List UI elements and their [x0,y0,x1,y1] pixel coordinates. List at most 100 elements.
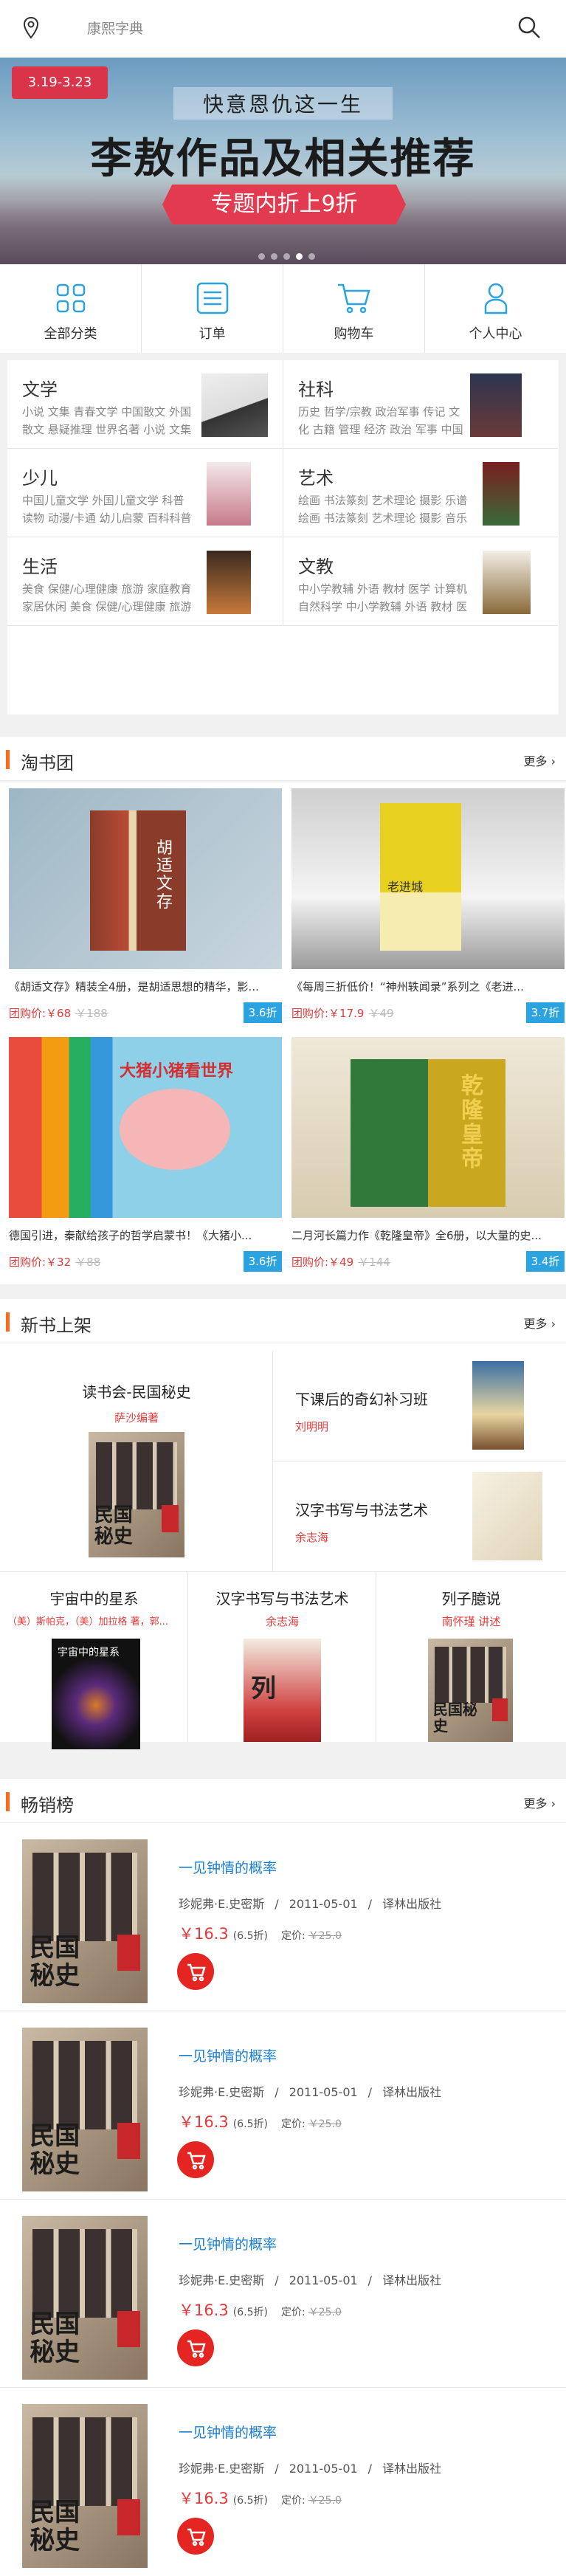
book-cover: 民国秘史 [22,1839,148,2003]
book-title[interactable]: 一见钟情的概率 [179,2422,277,2442]
book-cover: 列 [244,1639,321,1742]
cover-title: 老进城 [387,880,424,894]
nav-label: 全部分类 [44,326,97,342]
group-buy-item[interactable]: 乾隆皇帝 二月河长篇力作《乾隆皇帝》全6册，以大量的史... 团购价:￥49 ￥1… [291,1037,565,1281]
list-price-label: 定价: [280,1930,306,1942]
add-to-cart-button[interactable] [177,2329,214,2366]
category-tags: 中国儿童文学 外国儿童文学 科普读物 动漫/卡通 幼儿启蒙 百科科普 百科 历史… [22,494,192,530]
product-image: 大猪小猪看世界 [9,1037,282,1218]
book-meta: 珍妮弗·E.史密斯 / 2011-05-01 / 译林出版社 [179,2270,452,2288]
separator: / [275,2085,279,2099]
price-value: 团购价:￥32 [9,1256,72,1269]
book-price: ￥16.3 (6.5折) 定价: ￥25.0 [179,2298,342,2321]
book-title[interactable]: 一见钟情的概率 [179,1857,277,1877]
new-book-item[interactable]: 汉字书写与书法艺术 余志海 [273,1461,566,1572]
category-life[interactable]: 生活 美食 保健/心理健康 旅游 家庭教育 家居休闲 美食 保健/心理健康 旅游… [7,537,283,626]
cover-title: 民国秘史 [30,1933,80,1991]
section-title: 畅销榜 [21,1795,74,1816]
group-buy-item[interactable]: 胡适文存 《胡适文存》精装全4册，是胡适思想的精华，影... 团购价:￥68 ￥1… [9,788,282,1032]
category-education[interactable]: 文教 中小学教辅 外语 教材 医学 计算机 自然科学 中小学教辅 外语 教材 医… [283,537,558,626]
nav-label: 个人中心 [469,326,522,342]
carousel-dot-active[interactable] [296,253,303,260]
book-title[interactable]: 一见钟情的概率 [179,2045,277,2065]
bestseller-item[interactable]: 民国秘史 一见钟情的概率 珍妮弗·E.史密斯/2011-05-01/译林出版社 … [0,2200,566,2388]
publish-date: 2011-05-01 [289,2273,358,2287]
list-price: ￥25.0 [308,2307,342,2318]
cart-icon [187,2528,206,2546]
separator: / [275,1897,279,1911]
discount-badge: 3.7折 [526,1002,565,1023]
more-link[interactable]: 更多 › [523,1794,556,1811]
new-book-item[interactable]: 列子臆说 南怀瑾 讲述 民国秘史 [376,1572,566,1742]
category-literature[interactable]: 文学 小说 文集 青春文学 中国散文 外国散文 悬疑推理 世界名著 小说 文集 … [7,360,283,449]
add-to-cart-button[interactable] [177,1953,214,1990]
book-title: 列子臆说 [441,1590,501,1608]
carousel-dots[interactable] [258,253,315,260]
price-value: ￥16.3 [179,2301,229,2319]
new-book-item[interactable]: 宇宙中的星系 （美）斯帕克，（美）加拉格 著，郭... 宇宙中的星系 [0,1572,188,1749]
group-buy-item[interactable]: 大猪小猪看世界 德国引进，秦献给孩子的哲学启蒙书！《大猪小... 团购价:￥32… [9,1037,282,1281]
category-title: 文学 [22,379,58,400]
original-price: ￥144 [358,1256,390,1269]
group-buy-item[interactable]: 老进城 《每周三折低价！“神州轶闻录”系列之《老进... 团购价:￥17.9 ￥4… [291,788,565,1032]
book-title[interactable]: 一见钟情的概率 [179,2234,277,2253]
cover-title: 民国秘史 [432,1700,477,1735]
carousel-dot[interactable] [308,253,315,260]
price-value: 团购价:￥17.9 [291,1007,365,1020]
add-to-cart-button[interactable] [177,2141,214,2178]
discount-rate: (6.5折) [232,2118,268,2130]
book-title: 宇宙中的星系 [49,1590,139,1608]
cover-title: 乾隆皇帝 [461,1073,483,1172]
price-value: ￥16.3 [179,2490,229,2507]
product-image: 胡适文存 [9,788,282,969]
list-price-label: 定价: [280,2307,306,2318]
category-thumbnail [483,551,531,614]
original-price: ￥188 [75,1007,108,1020]
add-to-cart-button[interactable] [177,2518,214,2555]
publish-date: 2011-05-01 [289,1897,358,1911]
location-pin-icon[interactable] [22,16,40,40]
category-thumbnail [201,373,268,437]
section-accent-bar [6,1312,10,1332]
category-social-science[interactable]: 社科 历史 哲学/宗教 政治军事 传记 文化 古籍 管理 经济 政治 军事 中国… [283,360,558,449]
carousel-dot[interactable] [271,253,277,260]
banner-subtitle-text: 快意恩仇这一生 [173,87,393,120]
user-icon [484,283,507,314]
more-link[interactable]: 更多 › [523,1314,556,1332]
book-meta: 珍妮弗·E.史密斯 / 2011-05-01 / 译林出版社 [179,2459,452,2476]
bestseller-item[interactable]: 民国秘史 一见钟情的概率 珍妮弗·E.史密斯/2011-05-01/译林出版社 … [0,2011,566,2200]
book-title: 汉字书写与书法艺术 [215,1590,349,1608]
book-meta: 珍妮弗·E.史密斯 / 2011-05-01 / 译林出版社 [179,1894,452,1912]
nav-cart[interactable]: 购物车 [283,264,425,353]
category-tags: 美食 保健/心理健康 旅游 家庭教育 家居休闲 美食 保健/心理健康 旅游 家庭… [22,582,192,619]
search-icon[interactable] [517,15,542,40]
book-author: 余志海 [265,1615,299,1628]
bestseller-item[interactable]: 民国秘史 一见钟情的概率 珍妮弗·E.史密斯/2011-05-01/译林出版社 … [0,1823,566,2011]
bestseller-item[interactable]: 民国秘史 一见钟情的概率 珍妮弗·E.史密斯/2011-05-01/译林出版社 … [0,2388,566,2576]
promo-banner[interactable]: 3.19-3.23 快意恩仇这一生 李敖作品及相关推荐 专题内折上9折 [0,58,566,264]
nav-all-categories[interactable]: 全部分类 [0,264,142,353]
book-author: 珍妮弗·E.史密斯 [179,2462,265,2476]
carousel-dot[interactable] [258,253,265,260]
new-book-item[interactable]: 汉字书写与书法艺术 余志海 列 [188,1572,376,1742]
nav-profile[interactable]: 个人中心 [425,264,566,353]
search-input[interactable]: 康熙字典 [87,18,143,38]
new-book-featured[interactable]: 读书会-民国秘史 萨沙编著 民国 秘史 [0,1351,273,1572]
new-book-item[interactable]: 下课后的奇幻补习班 刘明明 [273,1351,566,1461]
original-price: ￥88 [75,1256,101,1269]
category-children[interactable]: 少儿 中国儿童文学 外国儿童文学 科普读物 动漫/卡通 幼儿启蒙 百科科普 百科… [7,449,283,537]
nav-orders[interactable]: 订单 [142,264,283,353]
more-link[interactable]: 更多 › [523,751,556,769]
book-title: 读书会-民国秘史 [82,1383,191,1401]
chevron-right-icon: › [551,1797,556,1811]
category-art[interactable]: 艺术 绘画 书法篆刻 艺术理论 摄影 乐谱 绘画 书法篆刻 艺术理论 摄影 音乐 [283,449,558,537]
separator: / [367,1897,373,1911]
carousel-dot[interactable] [283,253,290,260]
publisher: 译林出版社 [382,1897,442,1911]
page: { "topbar": {"location_icon": "location-… [0,0,566,2576]
top-bar: 康熙字典 [0,0,566,58]
category-title: 生活 [22,557,58,577]
book-price: ￥16.3 (6.5折) 定价: ￥25.0 [179,2487,342,2509]
book-author: 珍妮弗·E.史密斯 [179,1897,265,1911]
group-price: 团购价:￥17.9 ￥49 [291,1005,394,1021]
